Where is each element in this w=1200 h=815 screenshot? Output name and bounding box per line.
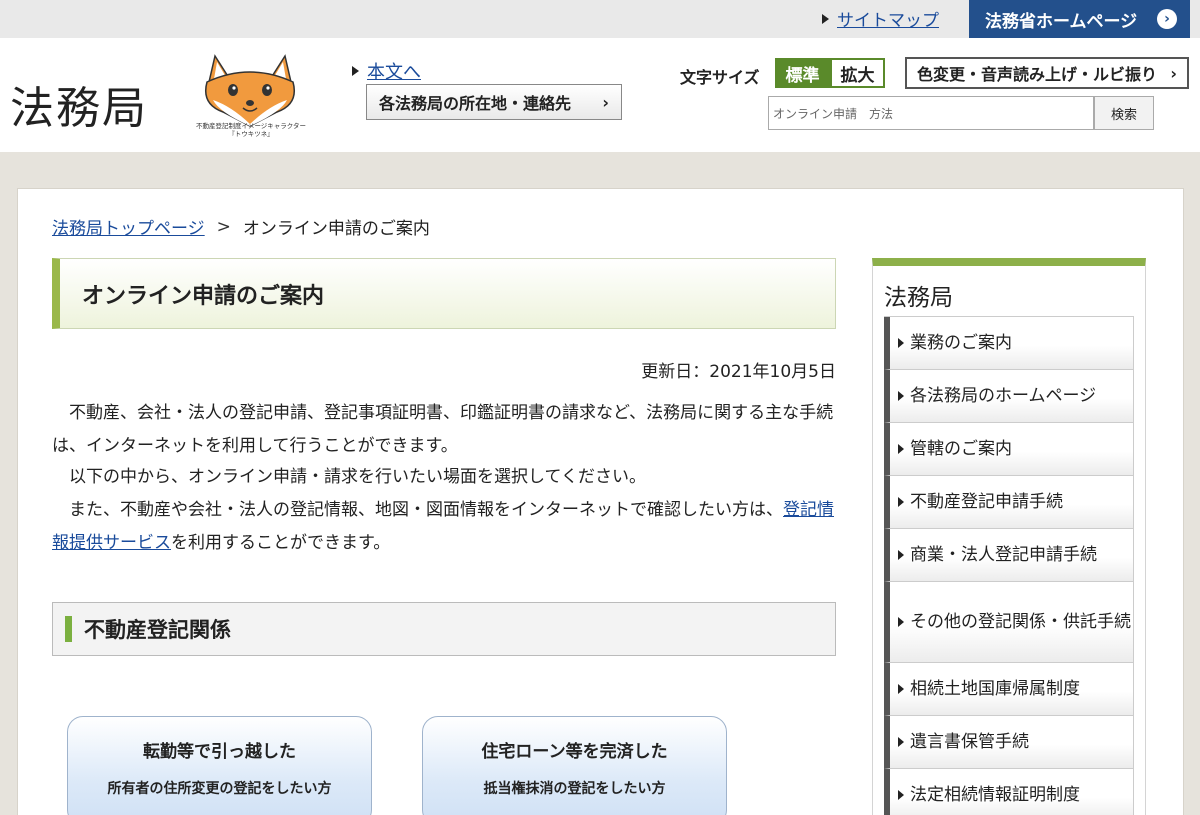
sidebar-item-jurisdiction[interactable]: 管轄のご案内 — [884, 423, 1134, 476]
mortgage-cancel-button[interactable]: 住宅ローン等を完済した 抵当権抹消の登記をしたい方 — [422, 716, 727, 815]
sidebar-item-label: 商業・法人登記申請手続 — [910, 545, 1097, 565]
sidebar-item-inheritance-certificate[interactable]: 法定相続情報証明制度 — [884, 769, 1134, 815]
offices-contact-label: 各法務局の所在地・連絡先 — [379, 94, 572, 113]
arrow-icon — [898, 391, 904, 401]
sidebar-item-label: 業務のご案内 — [910, 333, 1012, 353]
skip-to-content-link[interactable]: 本文へ — [367, 58, 421, 84]
sidebar-item-label: 遺言書保管手続 — [910, 732, 1029, 752]
arrow-icon — [898, 444, 904, 454]
sidebar-item-land-return[interactable]: 相続土地国庫帰属制度 — [884, 663, 1134, 716]
address-change-title: 転勤等で引っ越した — [143, 742, 296, 762]
intro-paragraph-3: また、不動産や会社・法人の登記情報、地図・図面情報をインターネットで確認したい方… — [52, 494, 842, 560]
mortgage-cancel-title: 住宅ローン等を完済した — [481, 742, 668, 762]
mascot-caption-line1: 不動産登記制度イメージキャラクター — [195, 122, 307, 130]
intro-paragraph-3-before: また、不動産や会社・法人の登記情報、地図・図面情報をインターネットで確認したい方… — [52, 500, 783, 520]
updated-date: 更新日：2021年10月5日 — [641, 362, 836, 382]
search-input[interactable] — [768, 96, 1094, 130]
address-change-subtitle: 所有者の住所変更の登記をしたい方 — [107, 781, 332, 797]
mascot-caption-line2: 『トウキツネ』 — [228, 130, 274, 138]
accessibility-button[interactable]: 色変更・音声読み上げ・ルビ振り › — [905, 57, 1189, 89]
sidebar-item-bureau-homepages[interactable]: 各法務局のホームページ — [884, 370, 1134, 423]
arrow-icon — [898, 790, 904, 800]
sidebar-title: 法務局 — [884, 285, 953, 311]
intro-paragraph-3-after: を利用することができます。 — [171, 533, 391, 553]
mascot-caption: 不動産登記制度イメージキャラクター 『トウキツネ』 — [186, 122, 316, 138]
moj-homepage-label: 法務省ホームページ — [985, 11, 1138, 32]
font-size-large-button[interactable]: 拡大 — [830, 58, 885, 88]
arrow-icon — [898, 684, 904, 694]
arrow-icon — [822, 13, 829, 24]
sidebar-item-label: 管轄のご案内 — [910, 439, 1012, 459]
section-heading-bar — [65, 616, 72, 642]
site-logo[interactable]: 法務局 — [10, 72, 148, 136]
sidebar-item-services[interactable]: 業務のご案内 — [884, 317, 1134, 370]
sidebar-item-will-storage[interactable]: 遺言書保管手続 — [884, 716, 1134, 769]
chevron-right-icon: › — [602, 92, 609, 112]
sidebar-menu: 業務のご案内 各法務局のホームページ 管轄のご案内 不動産登記申請手続 商業・法… — [884, 316, 1134, 815]
mortgage-cancel-subtitle: 抵当権抹消の登記をしたい方 — [483, 781, 666, 797]
chevron-right-icon: › — [1170, 63, 1177, 83]
font-size-standard-button[interactable]: 標準 — [775, 58, 830, 88]
section-heading-label: 不動産登記関係 — [84, 618, 231, 642]
fox-mascot-icon — [205, 54, 295, 127]
skip-link-wrap: 本文へ — [352, 58, 421, 84]
sidebar-item-label: 法定相続情報証明制度 — [910, 785, 1080, 805]
address-change-button[interactable]: 転勤等で引っ越した 所有者の住所変更の登記をしたい方 — [67, 716, 372, 815]
breadcrumb-current: オンライン申請のご案内 — [242, 219, 430, 239]
sidebar-item-label: 相続土地国庫帰属制度 — [910, 679, 1080, 699]
arrow-icon — [352, 66, 359, 76]
sidebar-item-label: その他の登記関係・供託手続 — [910, 612, 1131, 632]
breadcrumb-separator: > — [216, 216, 231, 237]
intro-paragraph-2: 以下の中から、オンライン申請・請求を行いたい場面を選択してください。 — [52, 467, 646, 487]
arrow-icon — [898, 497, 904, 507]
sidebar-item-other-registration[interactable]: その他の登記関係・供託手続 — [884, 582, 1134, 663]
offices-contact-button[interactable]: 各法務局の所在地・連絡先 › — [366, 84, 622, 120]
sidebar-item-commercial-registration[interactable]: 商業・法人登記申請手続 — [884, 529, 1134, 582]
sidebar-item-label: 各法務局のホームページ — [910, 386, 1097, 406]
arrow-icon — [898, 550, 904, 560]
section-heading: 不動産登記関係 — [52, 602, 836, 656]
sidebar-item-real-estate-registration[interactable]: 不動産登記申請手続 — [884, 476, 1134, 529]
chevron-right-icon: › — [1157, 9, 1177, 29]
font-size-label: 文字サイズ — [680, 68, 760, 87]
arrow-icon — [898, 338, 904, 348]
sitemap-link[interactable]: サイトマップ — [837, 6, 939, 31]
moj-homepage-button[interactable]: 法務省ホームページ › — [969, 0, 1190, 38]
arrow-icon — [898, 737, 904, 747]
arrow-icon — [898, 617, 904, 627]
breadcrumb: 法務局トップページ > オンライン申請のご案内 — [52, 214, 430, 240]
sitemap-link-wrap: サイトマップ — [822, 6, 939, 31]
site-header: 法務局 不動産登記制度イメージキャラクター 『トウキツネ』 本文へ 各法務局の所… — [0, 38, 1200, 152]
breadcrumb-home-link[interactable]: 法務局トップページ — [52, 214, 205, 239]
page-title: オンライン申請のご案内 — [52, 258, 836, 329]
accessibility-label: 色変更・音声読み上げ・ルビ振り — [917, 65, 1158, 84]
intro-paragraph-1: 不動産、会社・法人の登記申請、登記事項証明書、印鑑証明書の請求など、法務局に関す… — [52, 403, 834, 456]
sidebar-item-label: 不動産登記申請手続 — [910, 492, 1063, 512]
search-button[interactable]: 検索 — [1094, 96, 1154, 130]
